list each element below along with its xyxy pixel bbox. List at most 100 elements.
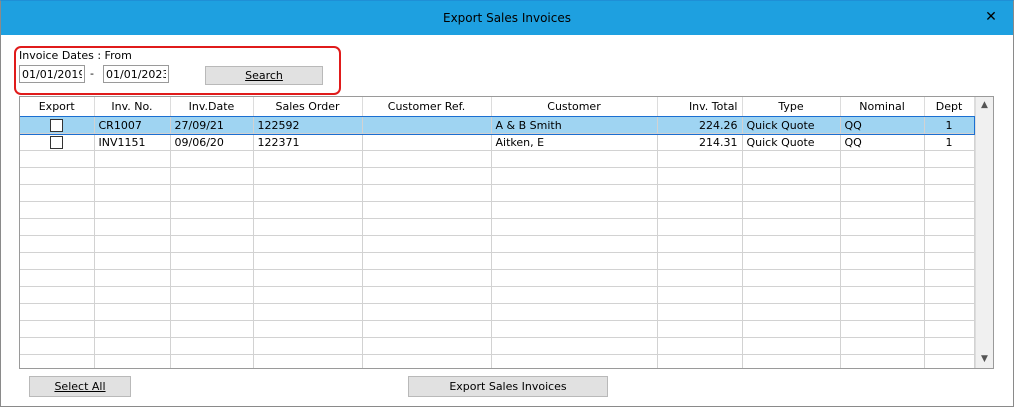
empty-cell xyxy=(170,184,254,202)
empty-cell xyxy=(491,269,658,287)
col-customer[interactable]: Customer xyxy=(491,97,658,117)
empty-cell xyxy=(924,218,975,236)
empty-row xyxy=(20,269,975,287)
empty-cell xyxy=(924,201,975,219)
table-row[interactable]: INV1151 09/06/20 122371 Aitken, E 214.31… xyxy=(20,133,975,151)
invoices-grid[interactable]: Export Inv. No. Inv.Date Sales Order Cus… xyxy=(19,96,994,369)
select-all-label: Select All xyxy=(54,380,106,393)
empty-cell xyxy=(491,184,658,202)
empty-cell xyxy=(924,320,975,338)
empty-cell xyxy=(94,337,171,355)
empty-cell xyxy=(253,150,363,168)
empty-cell xyxy=(170,269,254,287)
empty-row xyxy=(20,184,975,202)
to-date-field[interactable] xyxy=(103,65,169,83)
empty-cell xyxy=(253,235,363,253)
col-customer-ref[interactable]: Customer Ref. xyxy=(362,97,492,117)
empty-cell xyxy=(20,320,95,338)
chevron-up-icon[interactable]: ▲ xyxy=(976,97,993,114)
empty-cell xyxy=(170,218,254,236)
empty-cell xyxy=(20,252,95,270)
empty-cell xyxy=(742,320,841,338)
empty-cell xyxy=(491,320,658,338)
customer-ref-cell xyxy=(362,133,492,151)
empty-cell xyxy=(840,269,925,287)
from-date-field[interactable] xyxy=(19,65,85,83)
date-separator: - xyxy=(90,67,94,80)
col-sales-order[interactable]: Sales Order xyxy=(253,97,363,117)
sales-order-cell: 122592 xyxy=(253,116,363,134)
export-checkbox[interactable] xyxy=(50,135,64,149)
empty-cell xyxy=(924,252,975,270)
inv-no-cell: CR1007 xyxy=(94,116,171,134)
empty-cell xyxy=(253,252,363,270)
empty-cell xyxy=(362,218,492,236)
empty-cell xyxy=(94,354,171,368)
empty-rows xyxy=(20,150,975,368)
empty-cell xyxy=(840,303,925,321)
col-inv-date[interactable]: Inv.Date xyxy=(170,97,254,117)
col-inv-total[interactable]: Inv. Total xyxy=(657,97,743,117)
close-icon[interactable]: ✕ xyxy=(983,9,999,25)
col-export[interactable]: Export xyxy=(20,97,95,117)
vertical-scrollbar[interactable]: ▲ ▼ xyxy=(975,97,993,368)
empty-cell xyxy=(657,354,743,368)
empty-cell xyxy=(742,252,841,270)
empty-cell xyxy=(840,252,925,270)
empty-cell xyxy=(20,167,95,185)
export-button-label: Export Sales Invoices xyxy=(449,380,567,393)
col-type[interactable]: Type xyxy=(742,97,841,117)
empty-cell xyxy=(840,235,925,253)
empty-cell xyxy=(94,269,171,287)
empty-cell xyxy=(742,303,841,321)
empty-cell xyxy=(924,167,975,185)
nominal-cell: QQ xyxy=(840,133,925,151)
empty-cell xyxy=(362,252,492,270)
col-inv-no[interactable]: Inv. No. xyxy=(94,97,171,117)
search-button-label: Search xyxy=(245,69,283,82)
empty-cell xyxy=(491,167,658,185)
empty-cell xyxy=(20,201,95,219)
col-dept[interactable]: Dept xyxy=(924,97,975,117)
empty-cell xyxy=(170,354,254,368)
inv-date-cell: 09/06/20 xyxy=(170,133,254,151)
empty-cell xyxy=(170,303,254,321)
empty-cell xyxy=(253,218,363,236)
export-checkbox[interactable] xyxy=(50,118,64,132)
empty-cell xyxy=(742,201,841,219)
empty-cell xyxy=(362,201,492,219)
empty-cell xyxy=(657,201,743,219)
export-cell xyxy=(20,133,95,151)
chevron-down-icon[interactable]: ▼ xyxy=(976,351,993,368)
empty-cell xyxy=(170,337,254,355)
empty-cell xyxy=(253,201,363,219)
empty-row xyxy=(20,201,975,219)
empty-cell xyxy=(742,167,841,185)
col-nominal[interactable]: Nominal xyxy=(840,97,925,117)
customer-ref-cell xyxy=(362,116,492,134)
empty-cell xyxy=(657,235,743,253)
empty-cell xyxy=(94,252,171,270)
empty-cell xyxy=(94,235,171,253)
sales-order-cell: 122371 xyxy=(253,133,363,151)
empty-row xyxy=(20,235,975,253)
empty-cell xyxy=(170,167,254,185)
empty-cell xyxy=(491,354,658,368)
select-all-button[interactable]: Select All xyxy=(29,376,131,397)
empty-row xyxy=(20,150,975,168)
empty-row xyxy=(20,354,975,368)
empty-cell xyxy=(20,354,95,368)
empty-cell xyxy=(253,320,363,338)
empty-cell xyxy=(657,167,743,185)
export-sales-invoices-button[interactable]: Export Sales Invoices xyxy=(408,376,608,397)
empty-cell xyxy=(924,184,975,202)
empty-cell xyxy=(94,320,171,338)
empty-cell xyxy=(362,303,492,321)
search-button[interactable]: Search xyxy=(205,66,323,85)
table-row[interactable]: CR1007 27/09/21 122592 A & B Smith 224.2… xyxy=(20,115,975,135)
empty-cell xyxy=(924,235,975,253)
empty-cell xyxy=(657,320,743,338)
empty-cell xyxy=(20,184,95,202)
empty-row xyxy=(20,286,975,304)
dept-cell: 1 xyxy=(924,116,975,134)
